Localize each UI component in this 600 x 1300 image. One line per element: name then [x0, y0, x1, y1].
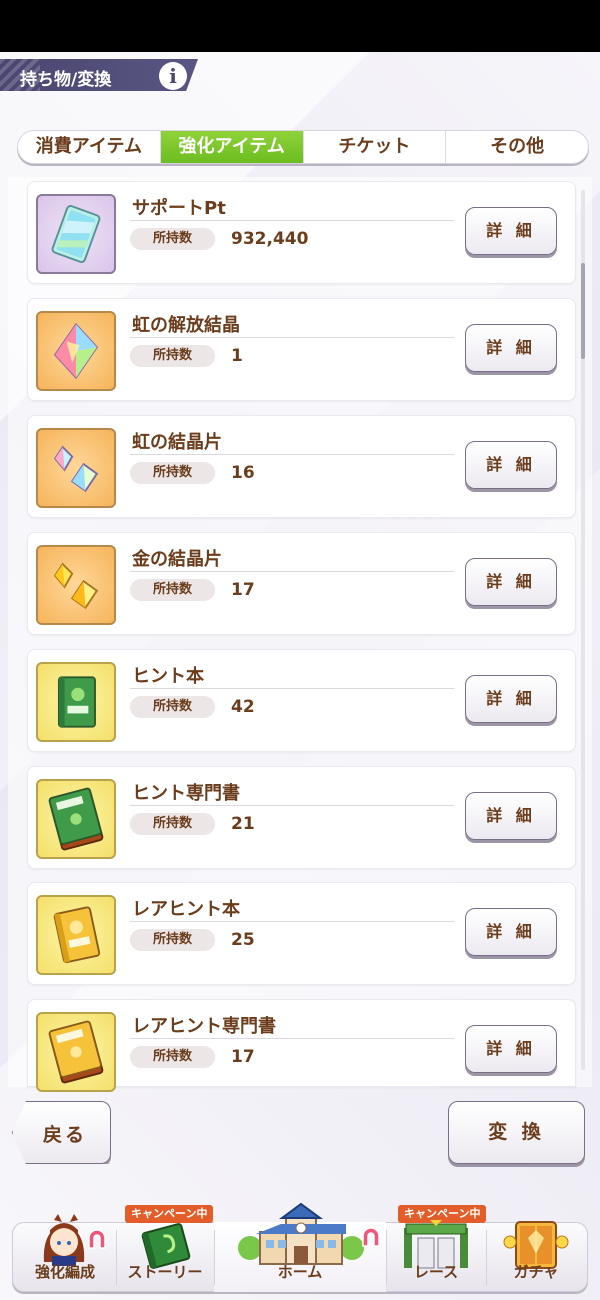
quantity-label: 所持数	[130, 345, 215, 367]
detail-button[interactable]: 詳 細	[465, 908, 557, 956]
tab-tickets[interactable]: チケット	[304, 131, 447, 163]
quantity-value: 17	[231, 1047, 255, 1067]
quantity-value: 21	[231, 814, 255, 834]
nav-label: レース	[413, 1263, 459, 1281]
list-item: ヒント本 所持数 42 詳 細	[27, 649, 576, 752]
quantity-label: 所持数	[130, 929, 215, 951]
detail-button[interactable]: 詳 細	[465, 207, 557, 255]
item-icon-frame	[36, 779, 116, 859]
quantity-value: 17	[231, 580, 255, 600]
divider	[130, 805, 454, 806]
tab-enhancement[interactable]: 強化アイテム	[160, 131, 304, 163]
list-item: レアヒント本 所持数 25 詳 細	[27, 882, 576, 985]
scrollbar-thumb[interactable]	[581, 263, 585, 359]
item-category-tabs: 消費アイテム 強化アイテム チケット その他	[17, 130, 589, 164]
detail-button[interactable]: 詳 細	[465, 792, 557, 840]
info-icon[interactable]: i	[159, 62, 187, 90]
quantity-label: 所持数	[130, 579, 215, 601]
list-item: ヒント専門書 所持数 21 詳 細	[27, 766, 576, 869]
back-button[interactable]: 戻る	[12, 1101, 111, 1164]
page-title: 持ち物/変換	[20, 70, 112, 90]
divider	[130, 921, 454, 922]
rainbow-crystal-icon	[53, 322, 99, 380]
list-item: 虹の解放結晶 所持数 1 詳 細	[27, 298, 576, 401]
item-icon-frame	[36, 545, 116, 625]
back-button-label: 戻る	[43, 1124, 88, 1146]
quantity-value: 1	[231, 346, 243, 366]
item-name: 虹の結晶片	[132, 432, 222, 453]
convert-button[interactable]: 変 換	[448, 1101, 585, 1164]
quantity-value: 16	[231, 463, 255, 483]
quantity-label: 所持数	[130, 462, 215, 484]
quantity-value: 932,440	[231, 229, 309, 249]
item-name: レアヒント本	[132, 899, 240, 920]
quantity-label: 所持数	[130, 696, 215, 718]
divider	[130, 1038, 454, 1039]
detail-button[interactable]: 詳 細	[465, 324, 557, 372]
divider	[130, 688, 454, 689]
list-item: 虹の結晶片 所持数 16 詳 細	[27, 415, 576, 518]
nav-item-gacha[interactable]: ガチャ	[486, 1200, 586, 1292]
detail-button[interactable]: 詳 細	[465, 1025, 557, 1073]
item-icon-frame	[36, 895, 116, 975]
item-name: 虹の解放結晶	[132, 315, 240, 336]
hint-book-icon	[57, 676, 96, 728]
item-name: サポートPt	[132, 198, 226, 219]
status-bar	[0, 0, 600, 52]
item-name: レアヒント専門書	[132, 1016, 276, 1037]
gold-shards-icon	[53, 562, 99, 610]
rainbow-shards-icon	[53, 445, 99, 493]
horseshoe-icon	[362, 1227, 380, 1247]
horseshoe-icon	[88, 1229, 106, 1249]
divider	[130, 571, 454, 572]
nav-label: ストーリー	[127, 1263, 203, 1281]
item-icon-frame	[36, 662, 116, 742]
support-pt-card-icon	[51, 205, 101, 263]
divider	[130, 337, 454, 338]
nav-label: ホーム	[277, 1263, 323, 1281]
rare-hint-textbook-icon	[48, 1020, 104, 1084]
hint-textbook-icon	[48, 787, 104, 851]
list-item: サポートPt 所持数 932,440 詳 細	[27, 181, 576, 284]
nav-item-story[interactable]: ストーリー	[116, 1200, 214, 1292]
divider	[130, 454, 454, 455]
item-icon-frame	[36, 1012, 116, 1092]
list-item: レアヒント専門書 所持数 17 詳 細	[27, 999, 576, 1092]
tab-consumables[interactable]: 消費アイテム	[18, 131, 161, 163]
divider	[130, 220, 454, 221]
tab-others[interactable]: その他	[446, 131, 588, 163]
item-icon-frame	[36, 311, 116, 391]
quantity-label: 所持数	[130, 1046, 215, 1068]
nav-label: ガチャ	[513, 1263, 559, 1281]
nav-item-enhance-team[interactable]: 強化編成	[14, 1200, 116, 1292]
quantity-label: 所持数	[130, 228, 215, 250]
item-icon-frame	[36, 194, 116, 274]
school-building-icon	[238, 1202, 364, 1265]
nav-item-race[interactable]: レース	[386, 1200, 486, 1292]
list-item: 金の結晶片 所持数 17 詳 細	[27, 532, 576, 635]
quantity-value: 42	[231, 697, 255, 717]
quantity-label: 所持数	[130, 813, 215, 835]
nav-item-home[interactable]: ホーム	[214, 1200, 386, 1292]
item-icon-frame	[36, 428, 116, 508]
item-name: ヒント本	[132, 666, 204, 687]
detail-button[interactable]: 詳 細	[465, 441, 557, 489]
nav-label: 強化編成	[34, 1263, 95, 1281]
item-name: 金の結晶片	[132, 549, 222, 570]
detail-button[interactable]: 詳 細	[465, 558, 557, 606]
detail-button[interactable]: 詳 細	[465, 675, 557, 723]
rare-hint-book-icon	[53, 906, 101, 964]
item-name: ヒント専門書	[132, 783, 240, 804]
quantity-value: 25	[231, 930, 255, 950]
